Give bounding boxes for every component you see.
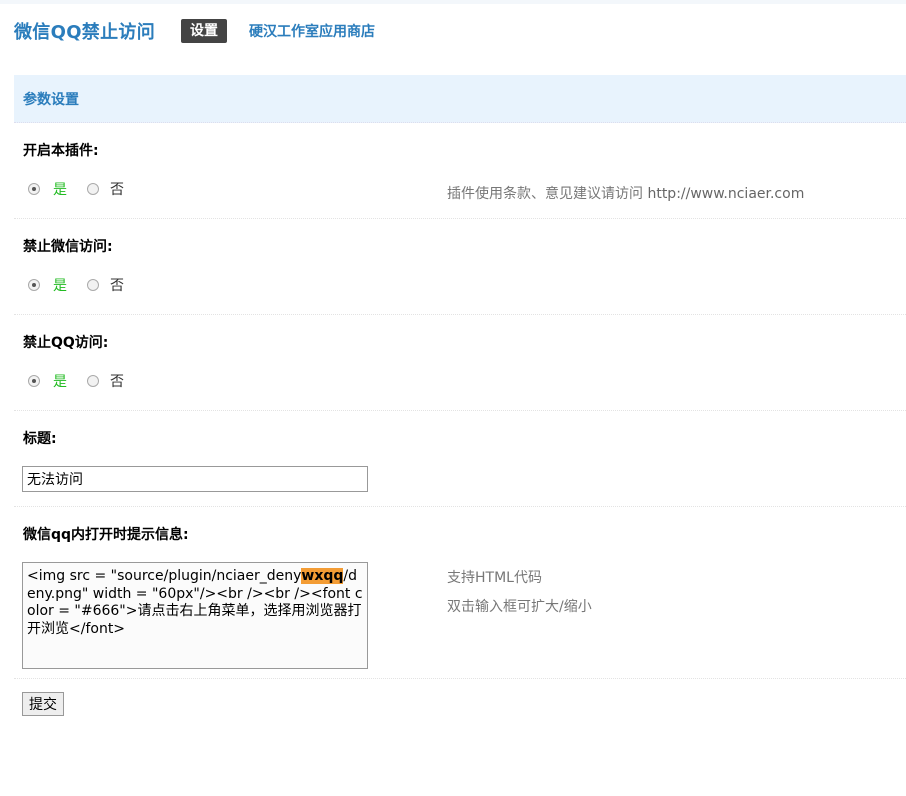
block-wechat-yes-label[interactable]: 是 [53,275,67,295]
block-qq-label: 禁止QQ访问: [23,335,109,351]
tab-settings[interactable]: 设置 [181,19,228,43]
block-wechat-no-radio[interactable] [87,279,99,291]
top-bar [0,0,906,4]
header: 微信QQ禁止访问 设置 硬汉工作室应用商店 [14,16,375,46]
terms-text: 插件使用条款、意见建议请访问 [447,186,643,202]
title-input[interactable] [22,466,368,492]
divider [14,218,906,219]
enable-plugin-yes-label[interactable]: 是 [53,179,67,199]
section-title: 参数设置 [23,91,79,108]
block-qq-yes-label[interactable]: 是 [53,371,67,391]
block-qq-options: 是 否 [28,371,124,391]
section-header: 参数设置 [14,75,906,123]
enable-plugin-options: 是 否 [28,179,124,199]
block-wechat-yes-radio[interactable] [28,279,40,291]
submit-button[interactable]: 提交 [22,692,64,716]
message-text-start: <img src = "source/plugin/nciaer_deny [27,568,302,584]
block-qq-no-label[interactable]: 否 [110,371,124,391]
terms-hint: 插件使用条款、意见建议请访问 http://www.nciaer.com [447,183,804,203]
enable-plugin-label: 开启本插件: [23,143,99,159]
plugin-title: 微信QQ禁止访问 [14,22,156,43]
divider [14,410,906,411]
block-qq-no-radio[interactable] [87,375,99,387]
divider [14,506,906,507]
html-support-hint: 支持HTML代码 [447,570,542,586]
terms-url[interactable]: http://www.nciaer.com [647,186,804,202]
block-wechat-no-label[interactable]: 否 [110,275,124,295]
divider [14,678,906,679]
message-textarea[interactable]: <img src = "source/plugin/nciaer_denywxq… [22,562,368,669]
enable-plugin-yes-radio[interactable] [28,183,40,195]
title-label: 标题: [23,431,57,447]
message-label: 微信qq内打开时提示信息: [23,527,189,543]
divider [14,314,906,315]
enable-plugin-no-radio[interactable] [87,183,99,195]
block-wechat-label: 禁止微信访问: [23,239,113,255]
resize-hint: 双击输入框可扩大/缩小 [447,599,592,615]
block-qq-yes-radio[interactable] [28,375,40,387]
message-search-highlight: wxqq [301,568,344,584]
enable-plugin-no-label[interactable]: 否 [110,179,124,199]
block-wechat-options: 是 否 [28,275,124,295]
app-store-link[interactable]: 硬汉工作室应用商店 [249,21,375,41]
